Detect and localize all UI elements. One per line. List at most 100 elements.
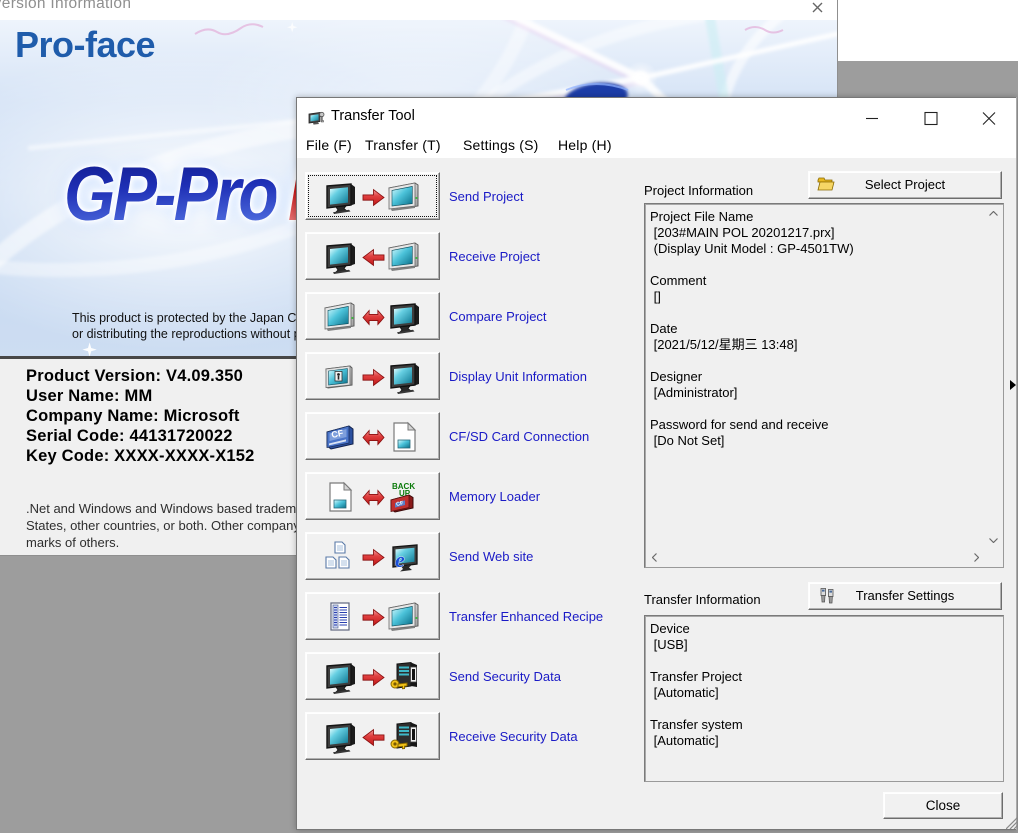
arrow-left-icon <box>362 247 385 268</box>
arrow-both-icon <box>362 487 385 508</box>
project-info-line: Project File Name <box>650 209 983 225</box>
transfer-tool-icon <box>308 110 325 126</box>
document-icon <box>387 420 421 454</box>
menu-item-transfer[interactable]: Transfer (T) <box>365 137 441 153</box>
project-information-text: Project File Name [203#MAIN POL 20201217… <box>650 209 983 547</box>
flat-panel-icon <box>387 180 421 214</box>
transfer-info-line: [Automatic] <box>650 685 999 701</box>
receive-security-data-button[interactable] <box>305 712 440 760</box>
crt-monitor-icon <box>323 660 357 694</box>
send-security-data-button[interactable] <box>305 652 440 700</box>
transfer-window-title: Transfer Tool <box>331 108 415 124</box>
project-info-line <box>650 401 983 417</box>
menu-item-help[interactable]: Help (H) <box>558 137 612 153</box>
flat-panel-icon <box>323 300 357 334</box>
receive-project-button[interactable] <box>305 232 440 280</box>
scroll-up-icon[interactable] <box>985 205 1002 222</box>
background-panel-border <box>1016 97 1017 830</box>
arrow-right-icon <box>362 187 385 208</box>
project-info-line <box>650 305 983 321</box>
project-info-line: Password for send and receive <box>650 417 983 433</box>
maximize-button[interactable] <box>908 98 953 136</box>
project-info-line: Comment <box>650 273 983 289</box>
vertical-scrollbar[interactable] <box>985 205 1002 549</box>
recipe-list-icon <box>323 600 357 634</box>
transfer-settings-button[interactable]: Transfer Settings <box>808 582 1002 610</box>
cf-card-icon <box>323 420 357 454</box>
arrow-both-icon <box>362 427 385 448</box>
product-version-text: Product Version: V4.09.350 <box>26 367 243 386</box>
serial-code-text: Serial Code: 44131720022 <box>26 427 233 446</box>
transfer-information-textarea[interactable]: Device [USB] Transfer Project [Automatic]… <box>644 615 1004 782</box>
proface-brand-logo: Pro-face <box>15 24 155 66</box>
arrow-left-icon <box>362 727 385 748</box>
key-code-text: Key Code: XXXX-XXXX-X152 <box>26 447 255 466</box>
expand-arrow-icon[interactable] <box>1010 380 1016 390</box>
memory-loader-button[interactable] <box>305 472 440 520</box>
crt-monitor-icon <box>323 180 357 214</box>
transfer-info-line <box>650 653 999 669</box>
close-window-button[interactable] <box>966 98 1016 136</box>
send-project-button[interactable] <box>305 172 440 220</box>
arrow-both-icon <box>362 307 385 328</box>
scroll-right-icon[interactable] <box>968 549 985 566</box>
project-info-line: [Do Not Set] <box>650 433 983 449</box>
crt-monitor-icon <box>323 720 357 754</box>
security-server-icon <box>387 720 421 754</box>
project-information-label: Project Information <box>644 183 753 198</box>
project-info-line: [] <box>650 289 983 305</box>
cf-sd-card-connection-button[interactable] <box>305 412 440 460</box>
background-window-fragment <box>838 0 1018 61</box>
transfer-enhanced-recipe-button[interactable] <box>305 592 440 640</box>
document-icon <box>323 480 357 514</box>
crt-monitor-icon <box>323 240 357 274</box>
transfer-info-line: Transfer Project <box>650 669 999 685</box>
action-icon-group <box>323 300 424 334</box>
flat-panel-icon <box>387 240 421 274</box>
scroll-down-icon[interactable] <box>985 532 1002 549</box>
transfer-info-line: Device <box>650 621 999 637</box>
project-info-line: [203#MAIN POL 20201217.prx] <box>650 225 983 241</box>
trademark-line-2: States, other countries, or both. Other … <box>26 518 300 533</box>
minimize-button[interactable] <box>849 98 894 136</box>
project-info-line <box>650 353 983 369</box>
gp-pro-logo: GP-ProEX <box>64 151 308 238</box>
transfer-client-area: Send ProjectReceive ProjectCompare Proje… <box>297 158 1016 829</box>
version-close-button[interactable] <box>806 0 830 18</box>
compare-project-button[interactable] <box>305 292 440 340</box>
project-info-line: [Administrator] <box>650 385 983 401</box>
horizontal-scrollbar[interactable] <box>646 549 985 566</box>
arrow-right-icon <box>362 667 385 688</box>
web-pages-icon <box>323 540 357 574</box>
transfer-info-line: Transfer system <box>650 717 999 733</box>
project-info-line <box>650 257 983 273</box>
display-unit-information-button[interactable] <box>305 352 440 400</box>
send-web-site-button[interactable] <box>305 532 440 580</box>
project-info-line: Designer <box>650 369 983 385</box>
action-icon-group <box>323 600 424 634</box>
resize-grip[interactable] <box>1006 817 1018 829</box>
company-name-text: Company Name: Microsoft <box>26 407 240 426</box>
project-info-line: Date <box>650 321 983 337</box>
menu-item-file[interactable]: File (F) <box>306 137 352 153</box>
close-button[interactable]: Close <box>883 792 1003 819</box>
security-server-icon <box>387 660 421 694</box>
transfer-information-label: Transfer Information <box>644 592 761 607</box>
transfer-info-line: [USB] <box>650 637 999 653</box>
action-icon-group <box>323 180 424 214</box>
trademark-line-3: marks of others. <box>26 535 119 550</box>
backup-card-icon <box>387 480 421 514</box>
version-window-title: Version Information <box>0 0 131 13</box>
trademark-line-1: .Net and Windows and Windows based trade… <box>26 501 321 516</box>
project-information-textarea[interactable]: Project File Name [203#MAIN POL 20201217… <box>644 203 1004 568</box>
scroll-left-icon[interactable] <box>646 549 663 566</box>
action-icon-group <box>323 540 424 574</box>
action-icon-group <box>323 360 424 394</box>
web-monitor-icon <box>387 540 421 574</box>
select-project-button[interactable]: Select Project <box>808 171 1002 199</box>
menu-item-settings[interactable]: Settings (S) <box>463 137 539 153</box>
action-icon-group <box>323 480 424 514</box>
action-icon-group <box>323 660 424 694</box>
panel-info-icon <box>323 360 357 394</box>
transfer-information-text: Device [USB] Transfer Project [Automatic]… <box>650 621 999 777</box>
